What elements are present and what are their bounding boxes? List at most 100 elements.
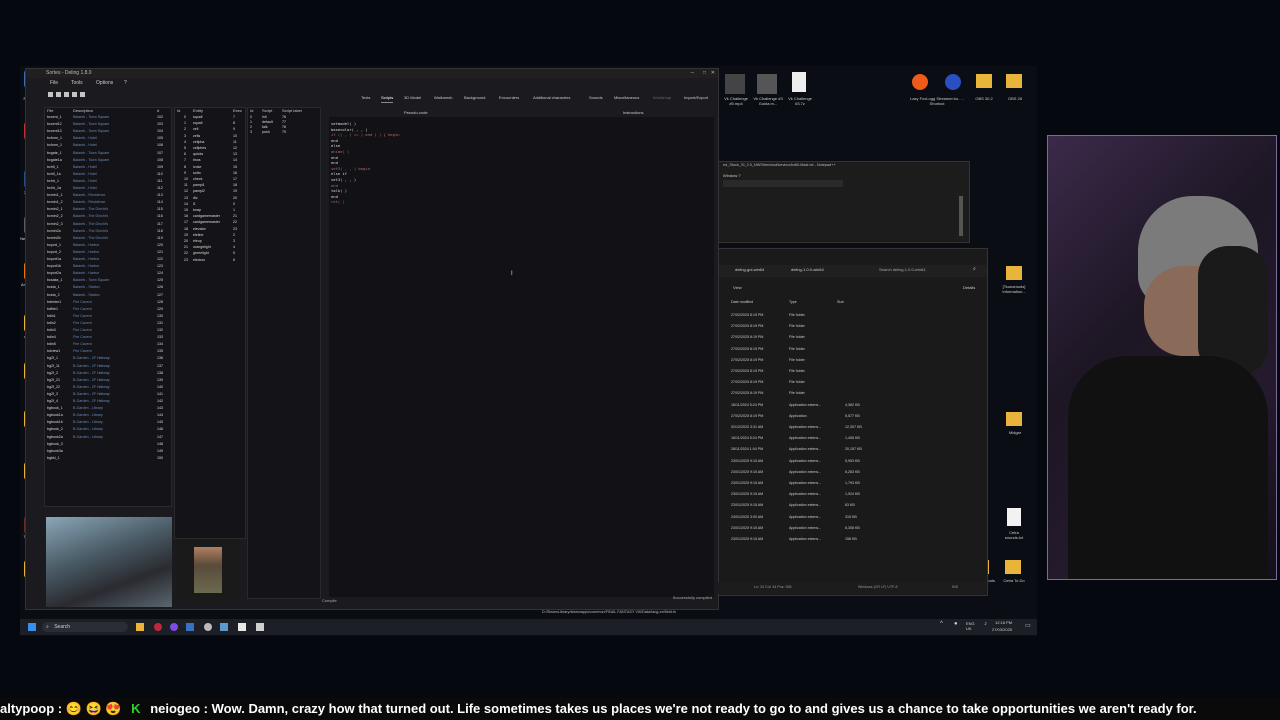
field-row-file[interactable]: bccent13 xyxy=(47,129,62,133)
script-column-script[interactable]: Script xyxy=(262,108,272,113)
script-column-id[interactable]: Id xyxy=(250,108,253,113)
keyboard-language[interactable]: ENG UK xyxy=(966,621,980,631)
details-button[interactable]: Details xyxy=(963,285,975,290)
entity-row-name[interactable]: check xyxy=(193,177,202,181)
file-row-size[interactable]: 5,577 KB xyxy=(845,414,860,418)
entity-row-id[interactable]: 21 xyxy=(184,245,188,249)
save-icon[interactable] xyxy=(64,92,69,97)
tab-pseudo-code[interactable]: Pseudo-code xyxy=(404,110,428,115)
notification-icon[interactable]: ▭ xyxy=(1025,622,1031,629)
folder-icon[interactable] xyxy=(1006,412,1022,426)
entity-column-id[interactable]: Id xyxy=(177,108,180,113)
menu-options[interactable]: Options xyxy=(96,79,113,88)
breadcrumb-item[interactable]: deling-gui-win64 xyxy=(735,267,764,272)
video-thumbnail-icon[interactable] xyxy=(757,74,777,94)
open-icon[interactable] xyxy=(56,92,61,97)
entity-row-id[interactable]: 3 xyxy=(184,134,186,138)
field-row-file[interactable]: bcport_1 xyxy=(47,243,61,247)
entity-row-name[interactable]: cardgamemaster xyxy=(193,220,220,224)
column-size[interactable]: Size xyxy=(837,300,844,304)
field-row-file[interactable]: bg2f_1 xyxy=(47,356,58,360)
tab-import-export[interactable]: Import/Export xyxy=(684,93,708,102)
file-row-size[interactable]: 20,157 KB xyxy=(845,447,862,451)
entity-row-name[interactable]: pampi2 xyxy=(193,189,205,193)
file-row-date[interactable]: 23/01/2025 9:15 AM xyxy=(731,459,763,463)
file-row-type[interactable]: File folder xyxy=(789,369,805,373)
file-row-type[interactable]: Application xyxy=(789,414,807,418)
pseudo-code-editor[interactable]: setmodel( ) basecolor( , , ) if (( , ) == … xyxy=(329,117,714,597)
file-row-size[interactable]: 6,308 KB xyxy=(845,526,860,530)
field-row-file[interactable]: bchtl_1 xyxy=(47,165,59,169)
file-row-date[interactable]: 27/02/2025 8:19 PM xyxy=(731,324,763,328)
tab-additional-characters[interactable]: Additional characters xyxy=(533,93,570,102)
file-row-type[interactable]: Application extens... xyxy=(789,470,821,474)
file-row-type[interactable]: Application extens... xyxy=(789,459,821,463)
tab-texts[interactable]: Texts xyxy=(361,93,370,102)
file-row-date[interactable]: 16/11/2024 5:24 PM xyxy=(731,403,763,407)
taskbar-search-box[interactable]: ⌕ Search xyxy=(42,622,128,632)
entity-row-id[interactable]: 17 xyxy=(184,220,188,224)
breadcrumb-item[interactable]: deling-1.0.0-win64 xyxy=(791,267,824,272)
tab-sounds[interactable]: Sounds xyxy=(589,93,603,102)
tab-worldmap[interactable]: Worldmap xyxy=(653,93,671,102)
browser-icon[interactable] xyxy=(220,623,228,631)
entity-row-name[interactable]: eleline xyxy=(193,233,203,237)
entity-row-name[interactable]: orangelight xyxy=(193,245,211,249)
file-row-type[interactable]: Application extens... xyxy=(789,537,821,541)
file-row-type[interactable]: File folder xyxy=(789,391,805,395)
entity-column-entity[interactable]: Entity xyxy=(193,108,203,113)
field-list[interactable]: File Description # bccent_1 Balamb - Town… xyxy=(44,107,172,507)
script-row-name[interactable]: init xyxy=(262,115,267,119)
file-row-type[interactable]: Application extens... xyxy=(789,515,821,519)
field-row-file[interactable]: bcport2a xyxy=(47,271,61,275)
file-row-size[interactable]: 1,408 KB xyxy=(845,436,860,440)
menu-tools[interactable]: Tools xyxy=(71,79,83,88)
entity-row-name[interactable]: dic xyxy=(193,196,198,200)
file-row-date[interactable]: 23/01/2025 9:15 AM xyxy=(731,526,763,530)
entity-row-id[interactable]: 8 xyxy=(184,165,186,169)
field-row-file[interactable]: bg2f_22 xyxy=(47,385,60,389)
file-row-size[interactable]: 1,924 KB xyxy=(845,492,860,496)
file-row-type[interactable]: Application extens... xyxy=(789,492,821,496)
text-file-icon[interactable] xyxy=(1007,508,1021,526)
field-row-file[interactable]: bcmin2_3 xyxy=(47,222,63,226)
file-row-type[interactable]: Application extens... xyxy=(789,503,821,507)
file-row-size[interactable]: 4,382 KB xyxy=(845,403,860,407)
file-row-date[interactable]: 02/12/2020 3:31 AM xyxy=(731,425,763,429)
file-row-size[interactable]: 315 KB xyxy=(845,515,857,519)
notepad-icon[interactable] xyxy=(238,623,246,631)
settings-icon[interactable] xyxy=(204,623,212,631)
file-row-type[interactable]: File folder xyxy=(789,358,805,362)
file-row-date[interactable]: 27/02/2025 8:19 PM xyxy=(731,347,763,351)
new-icon[interactable] xyxy=(48,92,53,97)
entity-row-name[interactable]: quicks xyxy=(193,152,203,156)
file-row-date[interactable]: 27/02/2025 8:19 PM xyxy=(731,380,763,384)
notepad-menu[interactable]: Window ? xyxy=(723,173,741,178)
entity-row-name[interactable]: ivoke xyxy=(193,165,201,169)
entity-row-id[interactable]: 4 xyxy=(184,140,186,144)
entity-row-name[interactable]: eledoor xyxy=(193,258,205,262)
entity-row-name[interactable]: zells xyxy=(193,134,200,138)
file-row-date[interactable]: 27/02/2025 8:19 PM xyxy=(731,414,763,418)
field-row-file[interactable]: bdin4 xyxy=(47,335,56,339)
field-row-file[interactable]: bgbook1b xyxy=(47,420,63,424)
minimize-icon[interactable]: ─ xyxy=(690,69,694,78)
file-row-type[interactable]: Application extens... xyxy=(789,526,821,530)
steam-icon[interactable] xyxy=(186,623,194,631)
entity-row-id[interactable]: 10 xyxy=(184,177,188,181)
entity-row-id[interactable]: 11 xyxy=(184,183,188,187)
compile-button[interactable]: Compile xyxy=(322,598,337,603)
file-row-type[interactable]: File folder xyxy=(789,324,805,328)
field-row-file[interactable]: bcport1a xyxy=(47,257,61,261)
field-row-file[interactable]: bcsta_2 xyxy=(47,293,60,297)
script-row-name[interactable]: talk xyxy=(262,125,268,129)
gear-icon[interactable] xyxy=(256,623,264,631)
field-column-file[interactable]: File xyxy=(47,108,53,113)
file-row-type[interactable]: File folder xyxy=(789,380,805,384)
entity-row-id[interactable]: 18 xyxy=(184,227,188,231)
folder-icon[interactable] xyxy=(1006,74,1022,88)
field-column-description[interactable]: Description xyxy=(73,108,93,113)
field-row-file[interactable]: bg2f_3 xyxy=(47,392,58,396)
entity-row-id[interactable]: 13 xyxy=(184,196,188,200)
entity-row-name[interactable]: cellpha xyxy=(193,140,204,144)
